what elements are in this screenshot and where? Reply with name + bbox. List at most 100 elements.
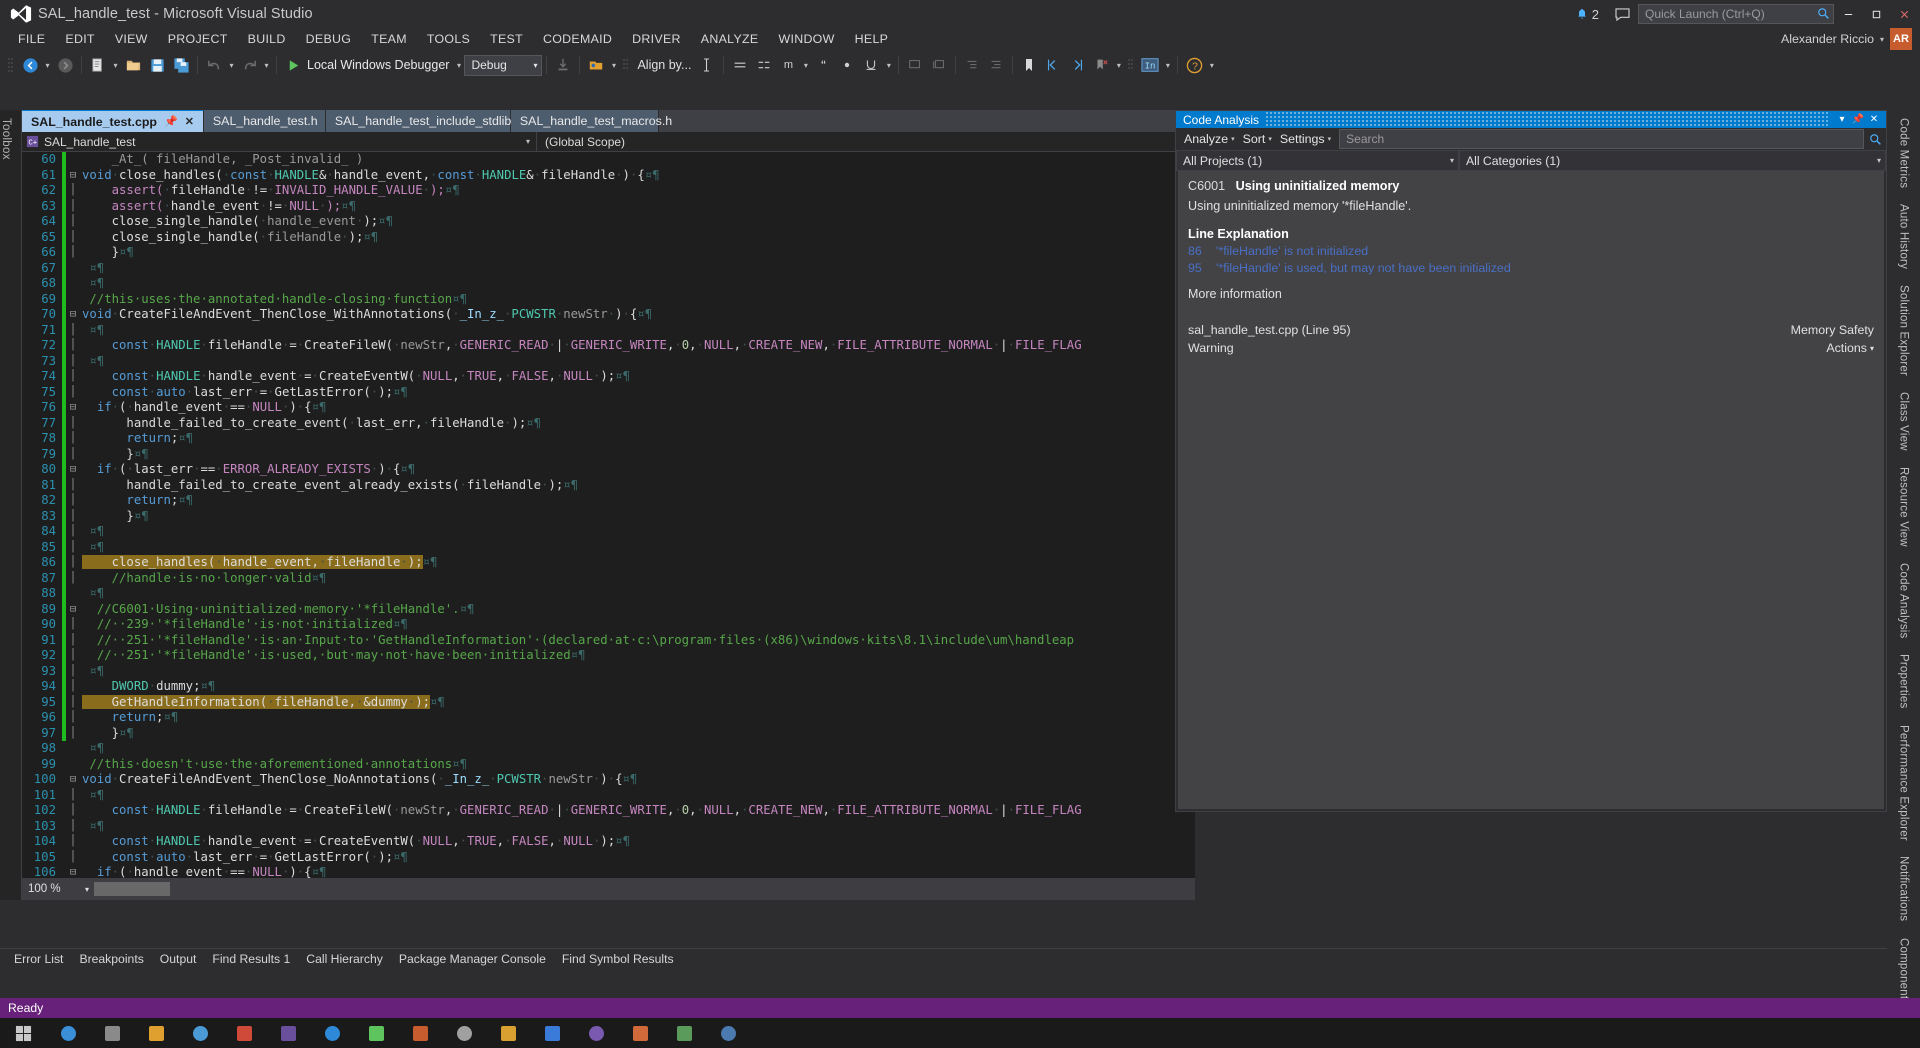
- new-item-icon[interactable]: [86, 53, 110, 77]
- start-debug-icon[interactable]: [281, 53, 305, 77]
- save-icon[interactable]: [145, 53, 169, 77]
- notifications-button[interactable]: 2: [1568, 7, 1607, 22]
- bookmark-dropdown[interactable]: ▾: [1113, 53, 1124, 77]
- clear-bookmarks-icon[interactable]: [1089, 53, 1113, 77]
- menu-item-driver[interactable]: DRIVER: [622, 30, 691, 48]
- taskbar-app-icon-10[interactable]: [706, 1018, 750, 1048]
- chevron-down-icon[interactable]: ▾: [533, 61, 537, 70]
- bottom-tab-find-symbol-results[interactable]: Find Symbol Results: [554, 952, 682, 966]
- toolbox-label[interactable]: Toolbox: [0, 110, 12, 168]
- quote-icon[interactable]: “: [811, 53, 835, 77]
- undo-icon[interactable]: [202, 53, 226, 77]
- fold-marker[interactable]: ⊟: [66, 462, 80, 478]
- code-line[interactable]: 77│ handle_failed_to_create_event(·last_…: [22, 416, 1195, 432]
- code-line[interactable]: 101│ ¤¶: [22, 788, 1195, 804]
- code-line[interactable]: 102│ const·HANDLE·fileHandle·=·CreateFil…: [22, 803, 1195, 819]
- fold-marker[interactable]: ⊟: [66, 865, 80, 878]
- code-line[interactable]: 104│ const·HANDLE·handle_event·=·CreateE…: [22, 834, 1195, 850]
- bottom-tab-output[interactable]: Output: [152, 952, 205, 966]
- dock-tab-code-analysis[interactable]: Code Analysis: [1898, 555, 1910, 646]
- tab-sal-handle-test-cpp[interactable]: SAL_handle_test.cpp 📌 ✕: [22, 110, 204, 132]
- open-folder-icon[interactable]: [121, 53, 145, 77]
- incredibuild-dropdown[interactable]: ▾: [1162, 53, 1173, 77]
- minimize-button[interactable]: [1834, 1, 1862, 27]
- bottom-tab-call-hierarchy[interactable]: Call Hierarchy: [298, 952, 391, 966]
- indent-increase-icon[interactable]: [984, 53, 1008, 77]
- step-into-icon[interactable]: [551, 53, 575, 77]
- menu-item-view[interactable]: VIEW: [105, 30, 158, 48]
- user-account-area[interactable]: Alexander Riccio ▾ AR: [1781, 28, 1920, 50]
- toolbar-grip[interactable]: [1127, 56, 1135, 74]
- dock-tab-class-view[interactable]: Class View: [1898, 384, 1910, 459]
- chevron-down-icon[interactable]: ▾: [1268, 135, 1272, 143]
- chevron-down-icon[interactable]: ▾: [1880, 35, 1884, 44]
- code-line[interactable]: 105│ const·auto·last_err·=·GetLastError(…: [22, 850, 1195, 866]
- code-line[interactable]: 100⊟void·CreateFileAndEvent_ThenClose_No…: [22, 772, 1195, 788]
- code-line[interactable]: 78│ return;¤¶: [22, 431, 1195, 447]
- codemaid-dropdown[interactable]: ▾: [608, 53, 619, 77]
- bottom-tab-package-manager-console[interactable]: Package Manager Console: [391, 952, 554, 966]
- align-by-button[interactable]: Align by...: [633, 58, 695, 72]
- analyze-menu-button[interactable]: Analyze ▾: [1180, 132, 1239, 146]
- taskbar-app-icon-5[interactable]: [486, 1018, 530, 1048]
- taskbar-chrome-icon[interactable]: [222, 1018, 266, 1048]
- member-scope-combo[interactable]: (Global Scope) ▾: [536, 132, 1195, 152]
- code-line[interactable]: 89⊟ //C6001·Using·uninitialized·memory·'…: [22, 602, 1195, 618]
- chevron-down-icon[interactable]: ▾: [85, 885, 89, 894]
- pin-icon[interactable]: 📌: [164, 115, 178, 128]
- taskbar-task-view-icon[interactable]: [90, 1018, 134, 1048]
- panel-pin-button[interactable]: 📌: [1850, 112, 1866, 128]
- close-icon[interactable]: ✕: [185, 115, 194, 128]
- dock-tab-resource-view[interactable]: Resource View: [1898, 459, 1910, 555]
- chevron-down-icon[interactable]: ▾: [526, 137, 530, 146]
- text-cursor-icon[interactable]: [695, 53, 719, 77]
- menu-item-test[interactable]: TEST: [480, 30, 533, 48]
- code-line[interactable]: 103│ ¤¶: [22, 819, 1195, 835]
- menu-item-tools[interactable]: TOOLS: [417, 30, 480, 48]
- menu-item-project[interactable]: PROJECT: [158, 30, 238, 48]
- indent-decrease-icon[interactable]: [960, 53, 984, 77]
- code-line[interactable]: 66│ }¤¶: [22, 245, 1195, 261]
- search-icon[interactable]: [1817, 7, 1830, 25]
- code-line[interactable]: 73│ ¤¶: [22, 354, 1195, 370]
- restore-button[interactable]: [1862, 1, 1890, 27]
- line-explanation-item[interactable]: 95 '*fileHandle' is used, but may not ha…: [1188, 261, 1874, 275]
- align-justify-icon[interactable]: [752, 53, 776, 77]
- code-line[interactable]: 63│ assert(·handle_event·!=·NULL·);¤¶: [22, 199, 1195, 215]
- menu-item-team[interactable]: TEAM: [361, 30, 417, 48]
- previous-bookmark-icon[interactable]: [1041, 53, 1065, 77]
- taskbar-search-icon[interactable]: [46, 1018, 90, 1048]
- help-icon[interactable]: ?: [1182, 53, 1206, 77]
- bottom-tab-breakpoints[interactable]: Breakpoints: [71, 952, 151, 966]
- projects-filter-combo[interactable]: All Projects (1) ▾: [1176, 150, 1459, 171]
- taskbar-app-icon-3[interactable]: [398, 1018, 442, 1048]
- code-line[interactable]: 70⊟void·CreateFileAndEvent_ThenClose_Wit…: [22, 307, 1195, 323]
- fold-marker[interactable]: ⊟: [66, 602, 80, 618]
- windows-start-icon[interactable]: [0, 1018, 46, 1048]
- quick-launch-input[interactable]: Quick Launch (Ctrl+Q): [1638, 4, 1834, 24]
- fold-marker[interactable]: ⊟: [66, 400, 80, 416]
- menu-item-analyze[interactable]: ANALYZE: [691, 30, 769, 48]
- code-line[interactable]: 71│ ¤¶: [22, 323, 1195, 339]
- code-line[interactable]: 85│ ¤¶: [22, 540, 1195, 556]
- toolbox-strip[interactable]: Toolbox: [0, 110, 22, 900]
- next-bookmark-icon[interactable]: [1065, 53, 1089, 77]
- code-line[interactable]: 75│ const·auto·last_err·=·GetLastError(·…: [22, 385, 1195, 401]
- navigate-forward-icon[interactable]: [53, 53, 77, 77]
- menu-item-build[interactable]: BUILD: [238, 30, 296, 48]
- code-line[interactable]: 83│ }¤¶: [22, 509, 1195, 525]
- help-dropdown[interactable]: ▾: [1206, 53, 1217, 77]
- code-line[interactable]: 91│ //··251·'*fileHandle'·is·an·Input·to…: [22, 633, 1195, 649]
- bottom-tab-error-list[interactable]: Error List: [6, 952, 71, 966]
- menu-item-debug[interactable]: DEBUG: [296, 30, 362, 48]
- panel-dropdown-button[interactable]: ▾: [1834, 112, 1850, 128]
- code-line[interactable]: 62│ assert(·fileHandle·!=·INVALID_HANDLE…: [22, 183, 1195, 199]
- code-line[interactable]: 82│ return;¤¶: [22, 493, 1195, 509]
- code-line[interactable]: 93│ ¤¶: [22, 664, 1195, 680]
- taskbar-app-icon-7[interactable]: [574, 1018, 618, 1048]
- tab-sal-handle-test-macros-h[interactable]: SAL_handle_test_macros.h: [511, 110, 659, 132]
- underline-icon[interactable]: [859, 53, 883, 77]
- bookmark-icon[interactable]: [1017, 53, 1041, 77]
- menu-item-codemaid[interactable]: CODEMAID: [533, 30, 622, 48]
- close-button[interactable]: [1890, 1, 1918, 27]
